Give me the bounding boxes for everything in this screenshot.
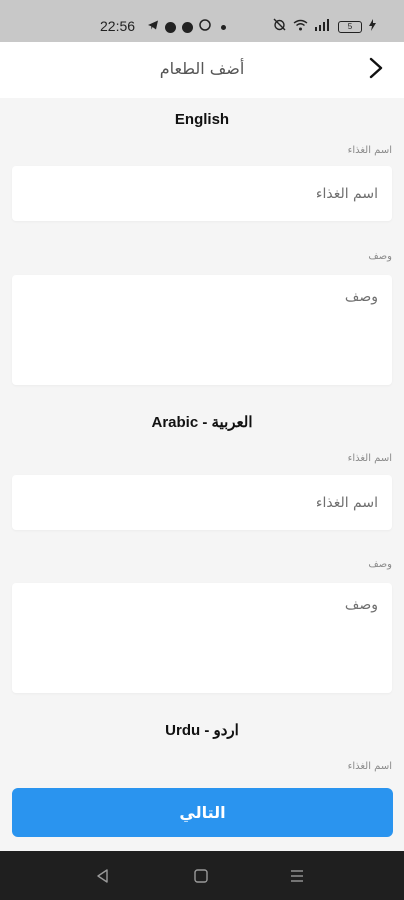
signal-icon [315,18,331,35]
next-button[interactable]: التالي [12,788,393,837]
english-food-name-input[interactable] [12,166,392,221]
food-name-label: اسم الغذاء [347,453,392,464]
wifi-icon [293,19,308,35]
section-title-arabic: Arabic - العربية [151,414,253,431]
section-title-english: English [174,111,230,128]
app-header: أضف الطعام [0,42,404,98]
system-nav-bar [0,851,404,900]
messenger-icon [182,21,193,33]
food-name-label: اسم الغذاء [347,145,392,156]
food-name-label: اسم الغذاء [347,761,392,772]
whatsapp-icon [199,19,211,35]
status-bar: 22:56 5 [0,0,404,42]
page-title: أضف الطعام [159,59,245,78]
alarm-off-icon [273,18,286,35]
notification-icons [147,19,226,35]
menu-lines-icon[interactable] [288,867,306,885]
chevron-right-icon [368,57,384,83]
battery-icon: 5 [338,20,362,33]
description-label: وصف [368,559,392,570]
arabic-description-input[interactable] [12,583,392,693]
status-time: 22:56 [100,18,136,34]
back-button[interactable] [362,56,390,84]
section-title-urdu: Urdu - اردو [165,722,239,739]
messenger-icon [165,21,176,33]
arabic-food-name-input[interactable] [12,475,392,530]
english-description-input[interactable] [12,275,392,385]
home-square-icon[interactable] [192,867,210,885]
description-label: وصف [368,251,392,262]
telegram-icon [147,19,159,35]
charging-icon [369,18,376,35]
back-triangle-icon[interactable] [94,867,112,885]
system-icons: 5 [273,18,376,35]
dot-icon [221,24,226,30]
